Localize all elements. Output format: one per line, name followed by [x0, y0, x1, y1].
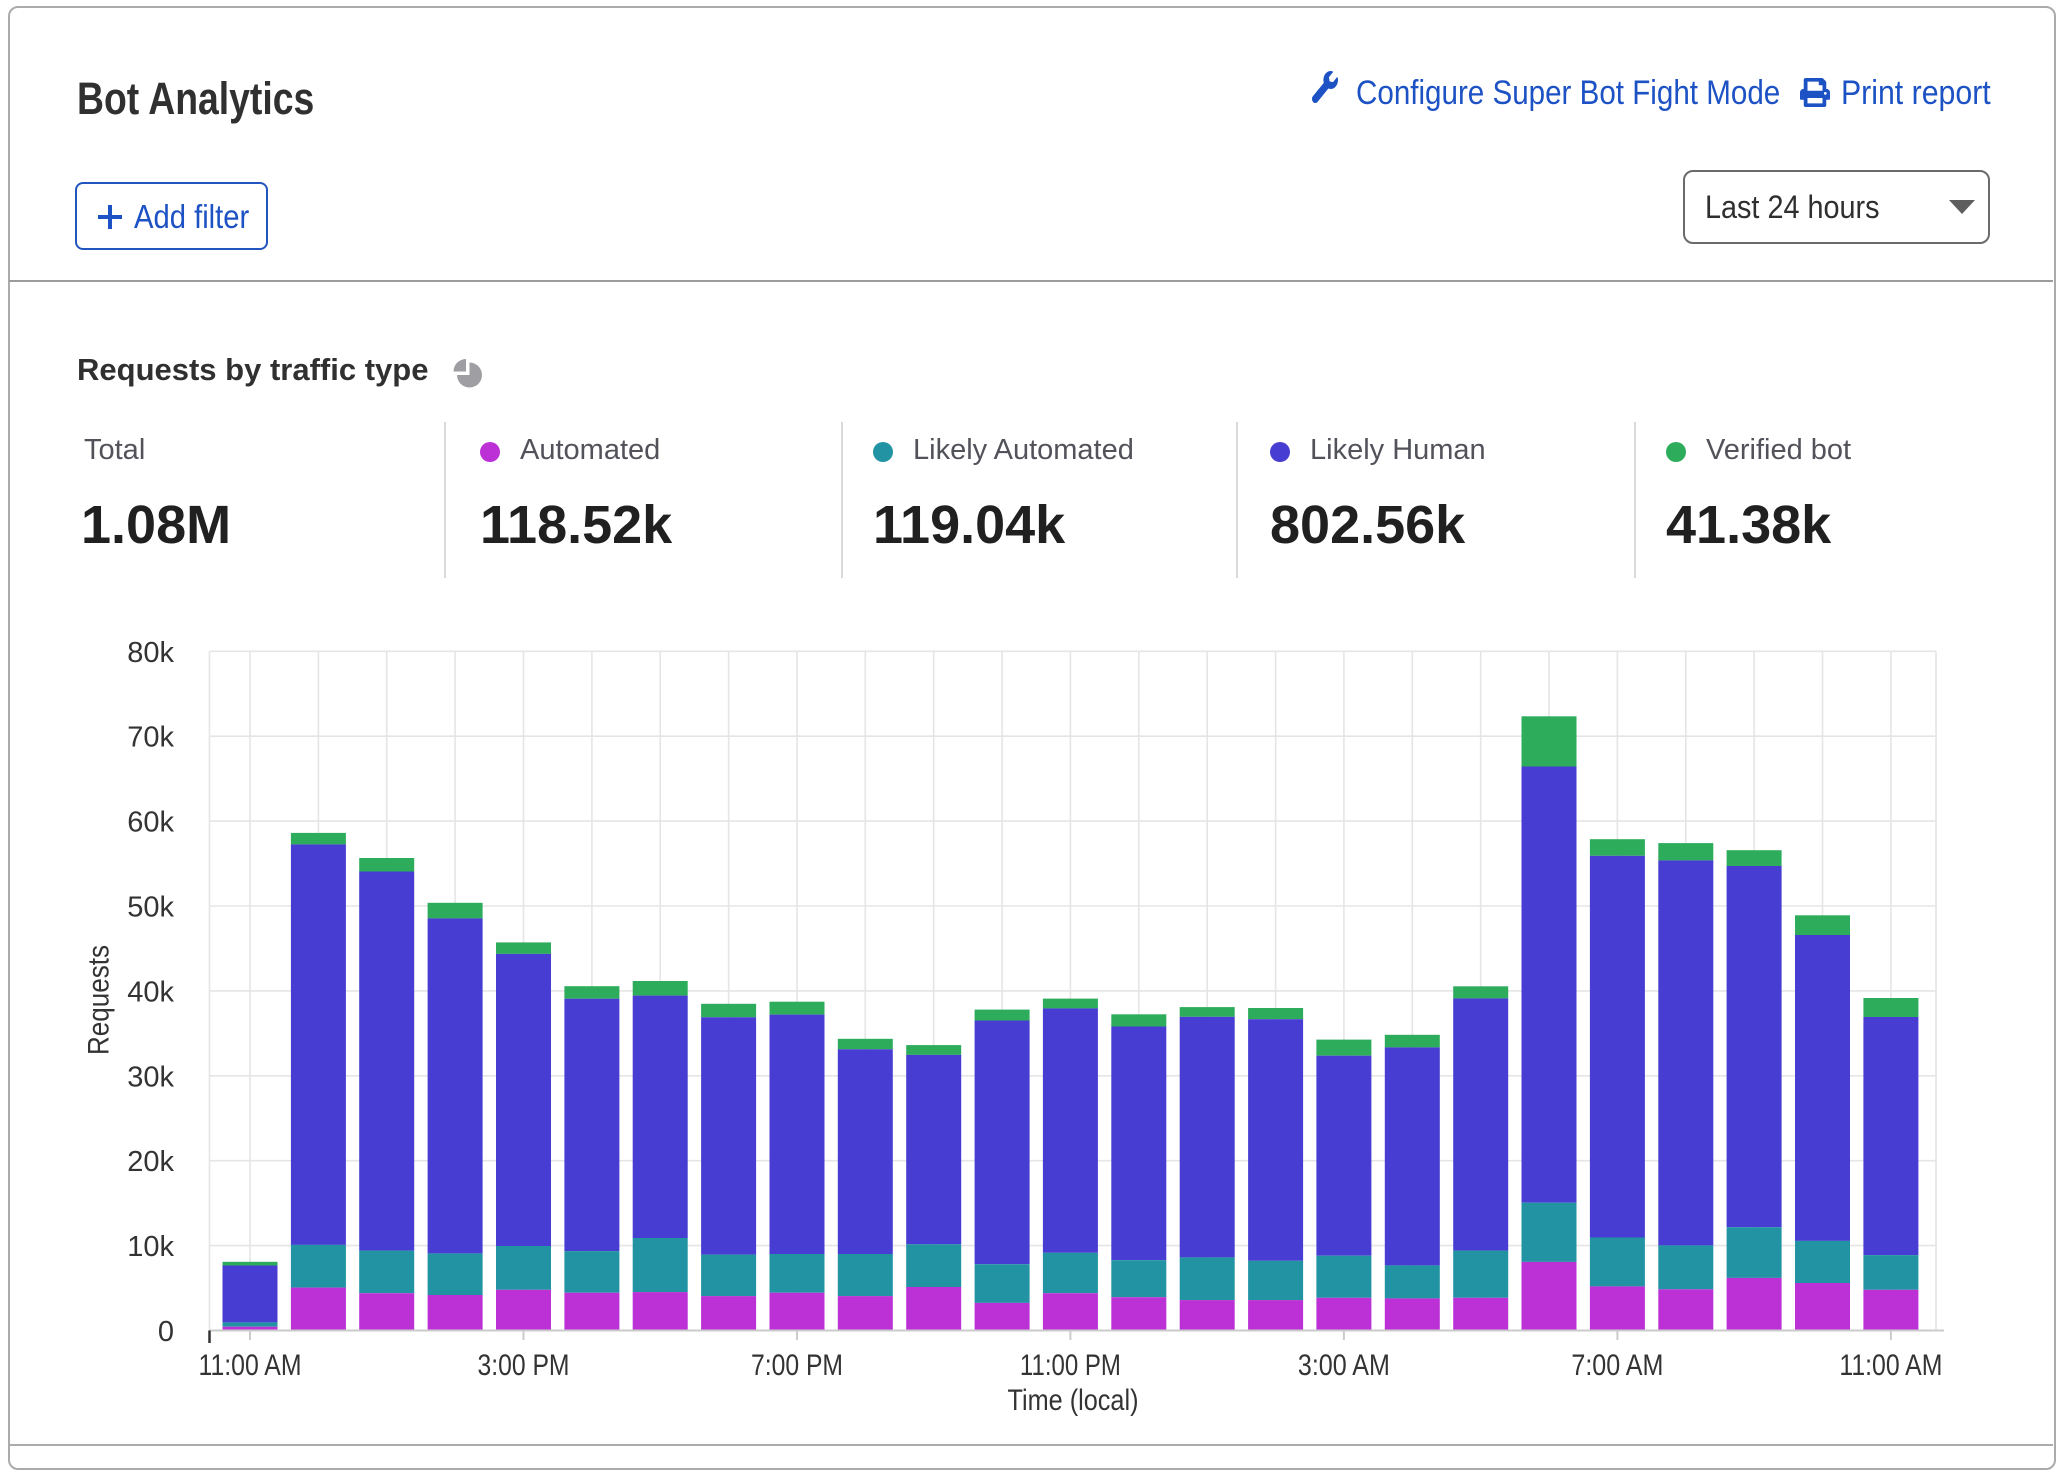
svg-text:3:00 PM: 3:00 PM	[478, 1349, 570, 1382]
svg-text:10k: 10k	[127, 1231, 174, 1263]
svg-text:20k: 20k	[127, 1146, 174, 1178]
svg-text:40k: 40k	[127, 976, 174, 1008]
svg-text:11:00 AM: 11:00 AM	[199, 1349, 302, 1382]
svg-text:7:00 AM: 7:00 AM	[1571, 1349, 1663, 1382]
svg-text:11:00 PM: 11:00 PM	[1020, 1349, 1121, 1382]
svg-text:Time (local): Time (local)	[1008, 1384, 1139, 1417]
svg-text:80k: 80k	[127, 637, 174, 669]
svg-text:Requests: Requests	[83, 945, 116, 1055]
svg-text:30k: 30k	[127, 1061, 174, 1093]
svg-text:60k: 60k	[127, 807, 174, 839]
svg-text:11:00 AM: 11:00 AM	[1839, 1349, 1942, 1382]
svg-text:70k: 70k	[127, 722, 174, 754]
svg-text:50k: 50k	[127, 892, 174, 924]
svg-text:7:00 PM: 7:00 PM	[751, 1349, 843, 1382]
svg-text:3:00 AM: 3:00 AM	[1298, 1349, 1390, 1382]
svg-text:0: 0	[158, 1316, 174, 1348]
